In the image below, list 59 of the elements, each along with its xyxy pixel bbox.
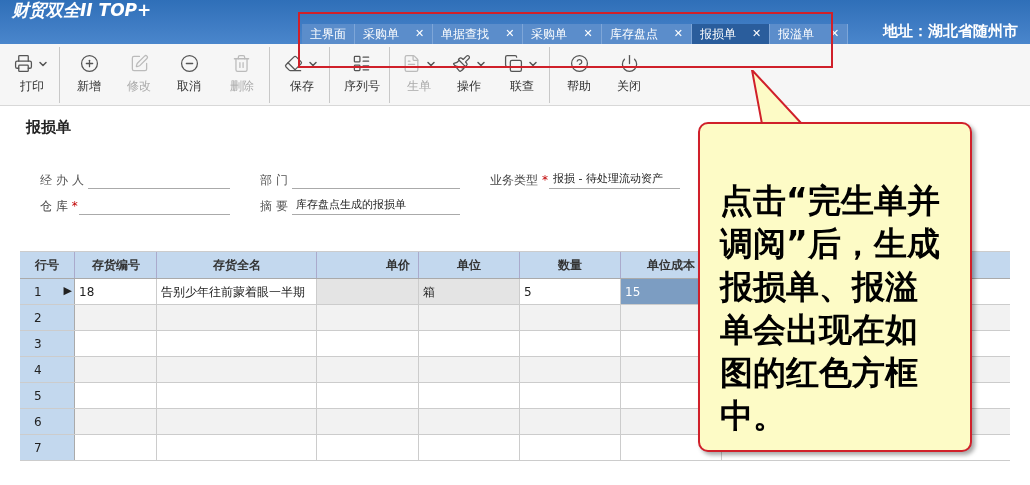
address-text: 地址：湖北省随州市 bbox=[883, 21, 1018, 42]
column-header: 单价 bbox=[317, 252, 419, 278]
callout-text: 点击“完生单并调阅”后，生成报损单、报溢单会出现在如图的红色方框中。 bbox=[720, 180, 941, 437]
tab[interactable]: 采购单 ✕ bbox=[523, 24, 602, 44]
tab[interactable]: 采购单 ✕ bbox=[355, 24, 434, 44]
close-icon[interactable]: ✕ bbox=[751, 25, 762, 43]
field-label: 业务类型 bbox=[490, 171, 538, 189]
column-header: 行号 bbox=[20, 252, 75, 278]
row-number: 4 bbox=[20, 357, 75, 382]
row-number: 7 bbox=[20, 435, 75, 460]
column-header: 存货编号 bbox=[75, 252, 157, 278]
column-header: 单位 bbox=[419, 252, 520, 278]
close-icon[interactable]: ✕ bbox=[415, 25, 425, 43]
eraser-icon bbox=[284, 54, 303, 73]
toolbar-button[interactable]: 保存 bbox=[274, 46, 330, 103]
paint-roller-icon bbox=[451, 54, 471, 73]
row-number: 1 ▶ bbox=[20, 279, 75, 304]
toolbar-button[interactable]: 联查 bbox=[494, 46, 550, 103]
close-icon[interactable]: ✕ bbox=[583, 25, 593, 43]
row-number: 2 bbox=[20, 305, 75, 330]
column-header: 数量 bbox=[520, 252, 621, 278]
plus-circle-icon bbox=[79, 54, 99, 73]
form-title: 报损单 bbox=[26, 117, 72, 138]
toolbar-button[interactable]: 序列号 bbox=[334, 46, 390, 103]
trash-icon bbox=[232, 54, 251, 73]
row-number: 5 bbox=[20, 383, 75, 408]
printer-icon bbox=[14, 54, 33, 73]
close-icon[interactable]: ✕ bbox=[505, 25, 515, 43]
required-mark: * bbox=[71, 197, 78, 215]
toolbar-button[interactable]: 打印 bbox=[4, 46, 60, 103]
column-header: 存货全名 bbox=[157, 252, 317, 278]
row-number: 3 bbox=[20, 331, 75, 356]
pencil-icon bbox=[129, 54, 149, 73]
toolbar-button[interactable]: 取消 bbox=[164, 46, 214, 103]
help-icon bbox=[569, 54, 589, 73]
field-label: 摘 要 bbox=[260, 197, 288, 215]
field-label: 部 门 bbox=[260, 171, 288, 189]
field-label: 仓 库 bbox=[40, 197, 68, 215]
required-mark: * bbox=[542, 171, 548, 189]
close-icon[interactable]: ✕ bbox=[673, 25, 683, 43]
row-number: 6 bbox=[20, 409, 75, 434]
toolbar-button[interactable]: 操作 bbox=[444, 46, 494, 103]
input-field[interactable]: 报损 - 待处理流动资产 bbox=[549, 171, 680, 189]
logo-text: 财贸双全II TOP+ bbox=[12, 0, 152, 20]
tab[interactable]: 主界面 bbox=[302, 24, 355, 44]
tab[interactable]: 报损单 ✕ bbox=[691, 24, 771, 44]
field-label: 经 办 人 bbox=[40, 171, 84, 189]
tab[interactable]: 单据查找 ✕ bbox=[433, 24, 524, 44]
table-cell: 箱 bbox=[419, 279, 520, 304]
toolbar-button[interactable]: 新增 bbox=[64, 46, 114, 103]
list-icon bbox=[352, 54, 371, 73]
copy-icon bbox=[504, 54, 523, 73]
input-field[interactable]: 库存盘点生成的报损单 bbox=[291, 197, 460, 215]
current-row-icon: ▶ bbox=[63, 283, 72, 300]
toolbar-button[interactable]: 关闭 bbox=[604, 46, 654, 103]
power-icon bbox=[619, 54, 639, 73]
minus-circle-icon bbox=[179, 54, 199, 73]
toolbar-button[interactable]: 帮助 bbox=[554, 46, 604, 103]
tab[interactable]: 库存盘点 ✕ bbox=[601, 24, 692, 44]
